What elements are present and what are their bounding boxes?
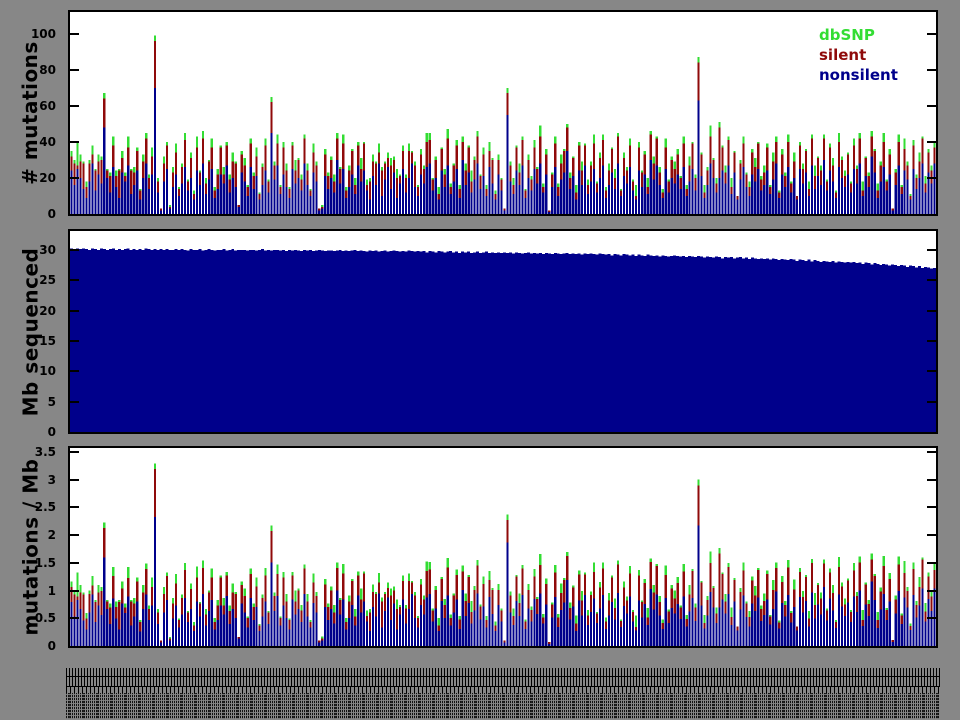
- bars-mb-sequenced: [70, 248, 936, 432]
- y-tick-mark: [927, 310, 936, 312]
- y-tick-mark: [927, 177, 936, 179]
- bars-num-mutations: [70, 35, 936, 214]
- panel-num-mutations: # mutations 0 20 40 60 80 100: [0, 10, 960, 221]
- y-tick-mark: [927, 105, 936, 107]
- y-tick-mark: [70, 401, 79, 403]
- legend-item-silent: silent: [819, 46, 867, 64]
- y-tick-label: 30: [39, 242, 56, 257]
- y-tick-labels-mb-sequenced: 0 5 10 15 20 25 30: [0, 229, 64, 439]
- y-tick-label: 20: [39, 303, 56, 318]
- y-tick-mark: [927, 340, 936, 342]
- y-tick-label: 80: [39, 62, 56, 77]
- legend-item-nonsilent: nonsilent: [819, 66, 898, 84]
- y-tick-label: 0: [47, 425, 56, 439]
- y-tick-mark: [927, 590, 936, 592]
- y-tick-label: 2.5: [34, 500, 56, 515]
- y-tick-mark: [927, 617, 936, 619]
- y-tick-mark: [927, 33, 936, 35]
- bars-mutations-per-mb: [70, 463, 936, 646]
- panel-mb-sequenced: Mb sequenced 0 5 10 15 20 25 30: [0, 229, 960, 439]
- y-tick-mark: [70, 279, 79, 281]
- y-tick-mark: [927, 451, 936, 453]
- plot-area-mutations-per-mb: [68, 446, 938, 648]
- y-tick-label: 3.5: [34, 444, 56, 459]
- y-tick-label: 100: [30, 26, 56, 41]
- y-tick-label: 0: [47, 207, 56, 221]
- y-tick-label: 25: [39, 273, 56, 288]
- x-labels-row-2: [66, 677, 940, 687]
- y-tick-mark: [70, 617, 79, 619]
- y-tick-mark: [70, 141, 79, 143]
- y-tick-label: 15: [39, 333, 56, 348]
- y-tick-mark: [927, 279, 936, 281]
- x-tick-labels-band: [66, 668, 940, 719]
- y-tick-mark: [70, 562, 79, 564]
- y-tick-mark: [70, 105, 79, 107]
- y-tick-mark: [927, 562, 936, 564]
- y-tick-mark: [927, 370, 936, 372]
- y-tick-mark: [70, 534, 79, 536]
- y-tick-mark: [70, 479, 79, 481]
- y-tick-label: 1.5: [34, 555, 56, 570]
- y-tick-mark: [70, 177, 79, 179]
- y-tick-mark: [70, 590, 79, 592]
- y-tick-label: 10: [39, 364, 56, 379]
- y-tick-labels-num-mutations: 0 20 40 60 80 100: [0, 10, 64, 221]
- y-tick-labels-mutations-per-mb: 0 0.5 1 1.5 2 2.5 3 3.5: [0, 444, 64, 653]
- y-tick-mark: [927, 479, 936, 481]
- x-labels-row-1: [66, 668, 940, 677]
- plot-area-num-mutations: [68, 10, 938, 216]
- y-tick-mark: [927, 401, 936, 403]
- y-tick-mark: [70, 340, 79, 342]
- y-tick-label: 60: [39, 98, 56, 113]
- y-tick-label: 2: [47, 528, 56, 543]
- plot-area-mb-sequenced: [68, 229, 938, 434]
- y-tick-label: 1: [47, 583, 56, 598]
- y-tick-mark: [70, 33, 79, 35]
- y-tick-mark: [70, 69, 79, 71]
- y-tick-mark: [70, 451, 79, 453]
- y-tick-mark: [927, 141, 936, 143]
- legend: dbSNP silent nonsilent: [819, 25, 898, 85]
- figure: # mutations 0 20 40 60 80 100 Mb sequenced 05…: [0, 0, 960, 720]
- y-tick-label: 5: [47, 394, 56, 409]
- y-tick-label: 3: [47, 472, 56, 487]
- y-tick-mark: [927, 249, 936, 251]
- x-labels-noise: [66, 693, 940, 719]
- y-tick-mark: [70, 370, 79, 372]
- panel-mutations-per-mb: mutations / Mb 0 0.5 1 1.5 2 2.5 3 3.5: [0, 444, 960, 653]
- y-tick-mark: [70, 506, 79, 508]
- legend-item-dbsnp: dbSNP: [819, 26, 875, 44]
- y-tick-mark: [927, 534, 936, 536]
- y-tick-label: 0: [47, 639, 56, 653]
- y-tick-mark: [70, 310, 79, 312]
- y-tick-mark: [927, 69, 936, 71]
- y-tick-mark: [927, 506, 936, 508]
- y-tick-label: 20: [39, 170, 56, 185]
- y-tick-mark: [70, 249, 79, 251]
- y-tick-label: 40: [39, 134, 56, 149]
- y-tick-label: 0.5: [34, 611, 56, 626]
